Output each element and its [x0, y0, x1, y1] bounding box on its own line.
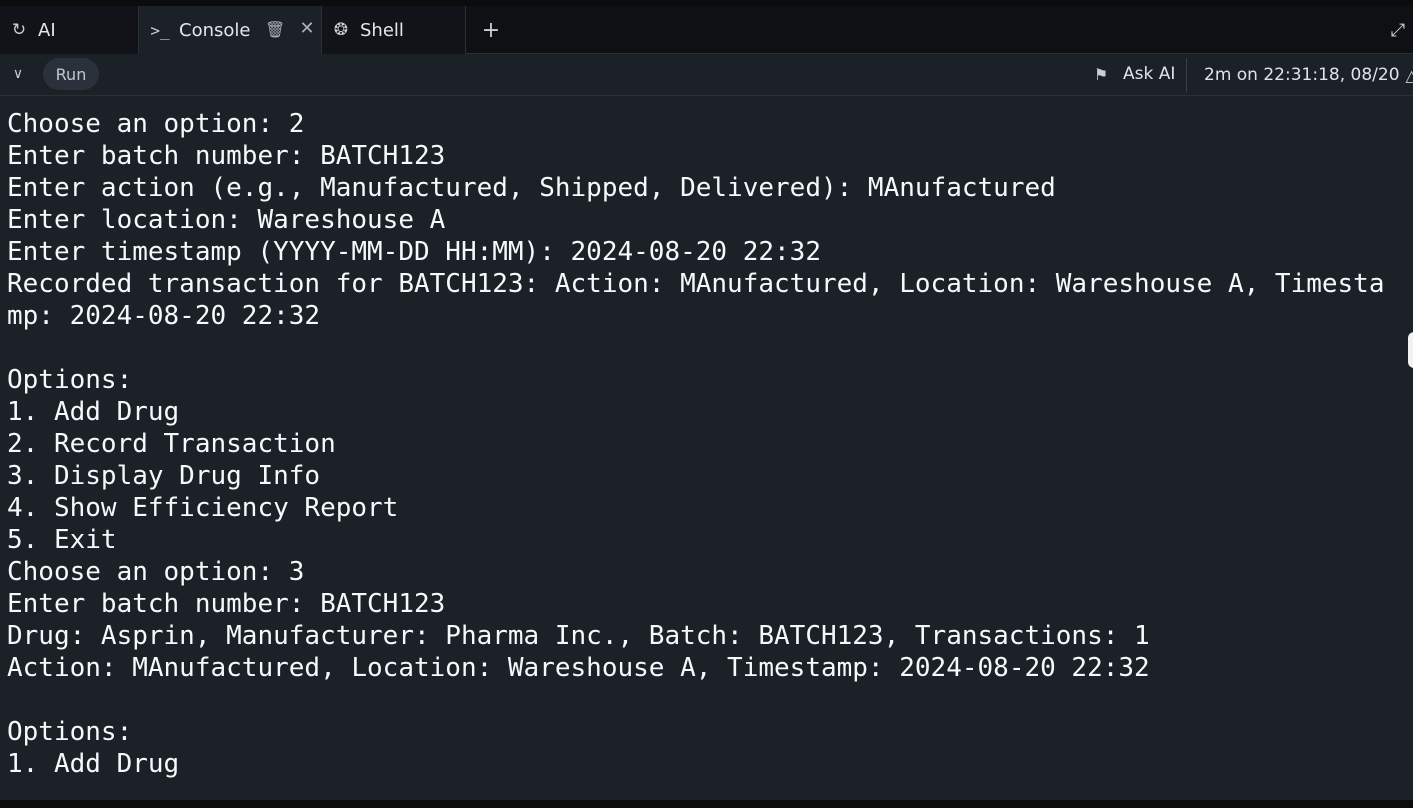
- console-line: Drug: Asprin, Manufacturer: Pharma Inc.,…: [7, 621, 1150, 651]
- console-line: Enter batch number: BATCH123: [7, 141, 446, 171]
- console-line: 1. Add Drug: [7, 397, 180, 427]
- close-icon[interactable]: ✕: [297, 18, 317, 40]
- tab-ai[interactable]: ↻ AI: [0, 6, 139, 54]
- console-line: 4. Show Efficiency Report: [7, 493, 399, 523]
- console-line: Choose an option: 2: [7, 109, 305, 139]
- run-status-text: 2m on 22:31:18, 08/20: [1204, 65, 1400, 85]
- tab-console[interactable]: >_ Console 🗑 ✕: [139, 6, 322, 54]
- console-toolbar: ∨ Run ⚑ Ask AI 2m on 22:31:18, 08/20 △: [0, 54, 1413, 96]
- console-line: Enter batch number: BATCH123: [7, 589, 446, 619]
- run-status: 2m on 22:31:18, 08/20 △: [1204, 62, 1413, 88]
- console-output[interactable]: Choose an option: 2 Enter batch number: …: [0, 96, 1413, 800]
- console-line: Enter action (e.g., Manufactured, Shippe…: [7, 173, 1056, 203]
- console-line: 2. Record Transaction: [7, 429, 336, 459]
- ask-ai-label: Ask AI: [1123, 64, 1176, 84]
- chevron-down-icon[interactable]: ∨: [6, 62, 30, 86]
- shell-icon: ❂: [333, 20, 349, 40]
- ai-icon: ↻: [11, 20, 27, 40]
- tab-console-label: Console: [179, 19, 251, 41]
- tab-ai-label: AI: [38, 19, 56, 41]
- console-line: Recorded transaction for BATCH123: Actio…: [7, 269, 1385, 299]
- console-line: Enter timestamp (YYYY-MM-DD HH:MM): 2024…: [7, 237, 821, 267]
- console-icon: >_: [150, 20, 170, 40]
- add-tab-button[interactable]: +: [476, 12, 506, 48]
- toolbar-divider: [1186, 58, 1187, 92]
- scroll-handle[interactable]: [1408, 332, 1413, 368]
- run-button[interactable]: Run: [43, 58, 99, 90]
- warning-icon: △: [1405, 65, 1413, 85]
- expand-icon[interactable]: ⤢: [1384, 16, 1412, 44]
- console-line: 5. Exit: [7, 525, 117, 555]
- window-bottom-edge: [0, 800, 1413, 808]
- console-line: Options:: [7, 717, 133, 747]
- run-button-label: Run: [55, 64, 87, 84]
- ask-ai-button[interactable]: ⚑ Ask AI: [1091, 60, 1176, 88]
- console-line: Options:: [7, 365, 133, 395]
- trash-icon[interactable]: 🗑: [265, 20, 285, 40]
- plus-icon: +: [481, 17, 501, 43]
- chat-icon: ⚑: [1093, 64, 1109, 84]
- console-line: mp: 2024-08-20 22:32: [7, 301, 321, 331]
- console-line: Choose an option: 3: [7, 557, 305, 587]
- console-line: Enter location: Wareshouse A: [7, 205, 446, 235]
- console-line: Action: MAnufactured, Location: Wareshou…: [7, 653, 1150, 683]
- tab-shell[interactable]: ❂ Shell: [322, 6, 466, 54]
- console-line: 1. Add Drug: [7, 749, 180, 779]
- tab-bar: ↻ AI >_ Console 🗑 ✕ ❂ Shell + ⤢: [0, 6, 1413, 54]
- tab-shell-label: Shell: [360, 19, 404, 41]
- console-line: 3. Display Drug Info: [7, 461, 321, 491]
